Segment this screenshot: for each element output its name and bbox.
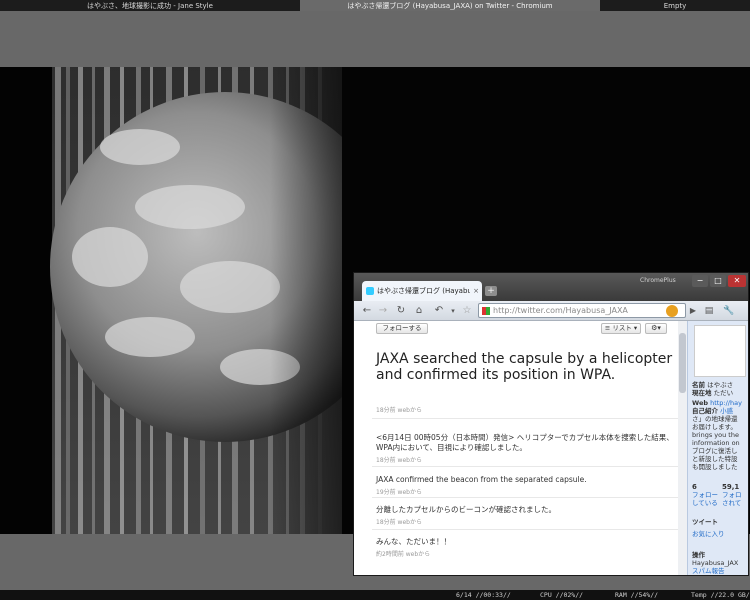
browser-toolbar: ← → ↻ ⌂ ↶ ▾ ☆ http://twitter.com/Hayabus… — [354, 301, 748, 321]
bio-line: と新設した特設 — [692, 455, 738, 463]
following-label[interactable]: フォロー — [692, 491, 718, 499]
taskbar-item-chromium[interactable]: はやぶさ帰還ブログ (Hayabusa_JAXA) on Twitter - C… — [300, 0, 600, 11]
taskbar-item-empty[interactable]: Empty — [600, 0, 750, 11]
undo-icon[interactable]: ↶ — [432, 304, 446, 318]
tweet-meta[interactable]: 18分前 webから — [376, 517, 422, 526]
browser-titlebar[interactable]: はやぶさ帰還ブログ (Hayabu × + ChromePlus − □ ✕ — [354, 273, 748, 301]
bio-line: も開設しました — [692, 463, 738, 471]
bookmark-star-icon[interactable]: ☆ — [460, 304, 474, 318]
ram-readout: RAM //54%// — [615, 591, 659, 599]
tweet-meta[interactable]: 18分前 webから — [376, 455, 422, 464]
followers-count[interactable]: 59,1 — [722, 483, 739, 491]
bio-line: さ」の地球帰還 — [692, 415, 738, 423]
taskbar-item-label: Empty — [663, 1, 687, 10]
tab-title: はやぶさ帰還ブログ (Hayabu — [377, 287, 471, 295]
following-count[interactable]: 6 — [692, 483, 697, 491]
browser-window[interactable]: はやぶさ帰還ブログ (Hayabu × + ChromePlus − □ ✕ ←… — [353, 272, 749, 576]
name-label: 名前 — [692, 381, 705, 389]
forward-arrow-icon[interactable]: → — [376, 304, 390, 318]
profile-sidebar: 名前 はやぶさ 現在地 ただい Web http://hay 自己紹介 小惑 さ… — [687, 321, 748, 575]
address-url: http://twitter.com/Hayabusa_JAXA — [493, 306, 628, 315]
tab-close-icon[interactable]: × — [473, 287, 479, 295]
page-menu-icon[interactable]: ▤ — [702, 304, 716, 318]
new-tab-button[interactable]: + — [485, 286, 497, 296]
followers-label[interactable]: されて — [722, 499, 741, 507]
report-spam-link[interactable]: スパム報告 — [692, 567, 725, 575]
follow-button[interactable]: フォローする — [376, 323, 428, 334]
taskbar: はやぶさ、地球撮影に成功 - Jane Style はやぶさ帰還ブログ (Hay… — [0, 0, 750, 11]
taskbar-item-jane-style[interactable]: はやぶさ、地球撮影に成功 - Jane Style — [0, 0, 300, 11]
main-tweet-meta[interactable]: 18分前 webから — [376, 405, 422, 414]
extension-icon[interactable] — [666, 305, 678, 317]
system-statusbar: 6/14 //00:33// CPU //02%// RAM //54%// T… — [0, 590, 750, 600]
browser-tab[interactable]: はやぶさ帰還ブログ (Hayabu × — [362, 281, 482, 301]
name-value: はやぶさ — [707, 381, 734, 389]
back-arrow-icon[interactable]: ← — [360, 304, 374, 318]
divider — [372, 466, 680, 467]
main-tweet-text: JAXA searched the capsule by a helicopte… — [376, 351, 673, 383]
bio-label: 自己紹介 — [692, 407, 718, 415]
list-button-label: リスト — [612, 324, 632, 332]
location-label: 現在地 — [692, 389, 712, 397]
address-bar[interactable]: http://twitter.com/Hayabusa_JAXA — [478, 303, 686, 318]
image-viewer-top-band — [0, 11, 750, 67]
list-button[interactable]: ≡ リスト ▾ — [601, 323, 641, 334]
followers-label[interactable]: フォロ — [722, 491, 742, 499]
settings-gear-icon[interactable]: ⚙▾ — [645, 323, 667, 334]
page-scrollbar[interactable] — [678, 321, 687, 575]
divider — [372, 497, 680, 498]
bio-line: お届けします。 — [692, 423, 737, 431]
divider — [372, 418, 680, 419]
sidebar-favorites-link[interactable]: お気に入り — [692, 530, 725, 538]
tweet-text: 分離したカプセルからのビーコンが確認されました。 — [376, 505, 556, 514]
location-value: ただい — [713, 389, 734, 397]
bio-line: 小惑 — [720, 407, 734, 415]
follow-button-label: フォローする — [382, 324, 422, 332]
tweet-meta[interactable]: 約2時間前 webから — [376, 549, 430, 558]
actions-label: 操作 — [692, 551, 705, 559]
maximize-button[interactable]: □ — [710, 275, 726, 287]
tweet-text: みんな、ただいま！！ — [376, 537, 451, 546]
tweet-meta[interactable]: 19分前 webから — [376, 487, 422, 496]
temp-readout: Temp //22.0 GB// — [691, 591, 750, 599]
home-icon[interactable]: ⌂ — [412, 304, 426, 318]
divider — [372, 529, 680, 530]
wrench-icon[interactable]: 🔧 — [722, 304, 736, 318]
bio-line: brings you the — [692, 431, 739, 439]
avatar[interactable] — [694, 325, 746, 377]
tweet-text: JAXA confirmed the beacon from the separ… — [376, 475, 587, 484]
clock-readout: 6/14 //00:33// — [456, 591, 511, 599]
dropdown-arrow-icon[interactable]: ▾ — [446, 304, 460, 318]
site-icon — [482, 307, 490, 315]
block-action[interactable]: Hayabusa_JAX — [692, 559, 738, 567]
twitter-page: フォローする ≡ リスト ▾ ⚙▾ JAXA searched the caps… — [354, 321, 748, 575]
sidebar-tweets-link[interactable]: ツイート — [692, 518, 718, 526]
web-label: Web — [692, 399, 708, 407]
reload-icon[interactable]: ↻ — [394, 304, 408, 318]
bio-line: information on — [692, 439, 740, 447]
taskbar-item-label: はやぶさ、地球撮影に成功 - Jane Style — [87, 1, 213, 10]
close-window-button[interactable]: ✕ — [728, 275, 746, 287]
minimize-button[interactable]: − — [692, 275, 708, 287]
web-link[interactable]: http://hay — [710, 399, 742, 407]
taskbar-item-label: はやぶさ帰還ブログ (Hayabusa_JAXA) on Twitter - C… — [347, 1, 553, 10]
play-icon[interactable]: ▶ — [686, 304, 700, 318]
browser-brand-label: ChromePlus — [640, 277, 676, 284]
scrollbar-thumb[interactable] — [679, 333, 686, 393]
cpu-readout: CPU //02%// — [540, 591, 584, 599]
bio-line: ブログに復活し — [692, 447, 738, 455]
following-label[interactable]: している — [692, 499, 718, 507]
tweet-text: <6月14日 00時05分（日本時間）発信> ヘリコプターでカプセル本体を捜索し… — [376, 433, 674, 452]
twitter-favicon-icon — [366, 287, 374, 295]
